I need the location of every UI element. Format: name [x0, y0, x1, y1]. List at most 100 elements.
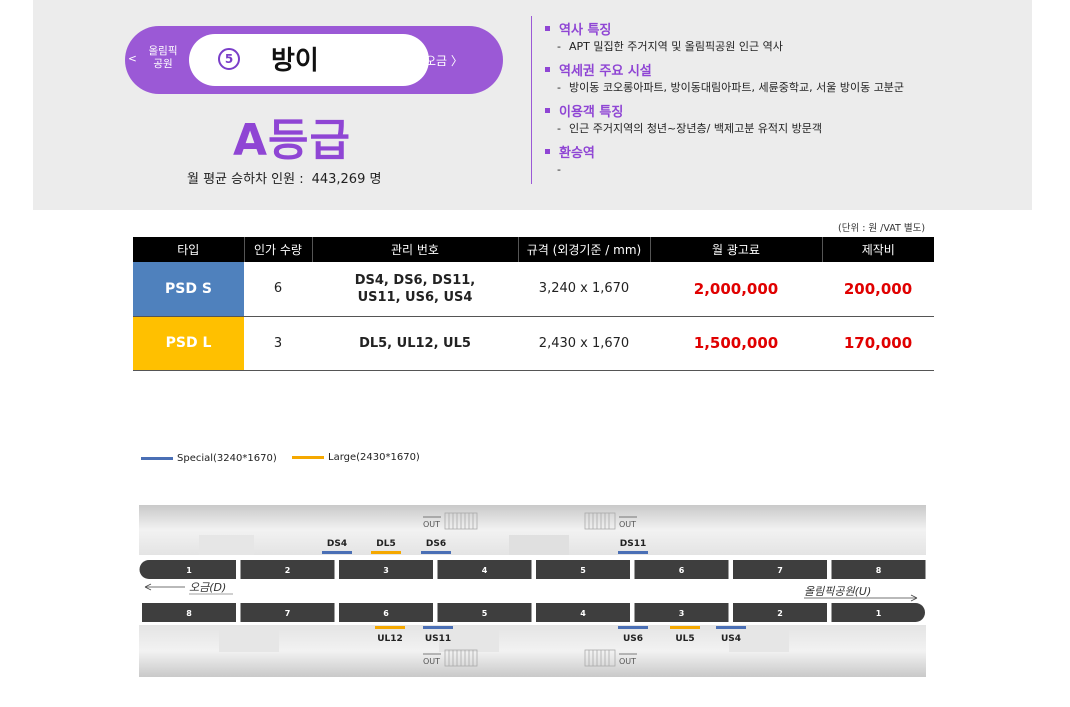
station-grade: A등급 — [233, 115, 352, 166]
info-section: 역세권 주요 시설 - 방이동 코오롱아파트, 방이동대림아파트, 세륜중학교, … — [545, 63, 1015, 95]
ad-marker-label: UL12 — [377, 634, 403, 644]
ad-marker-bar — [618, 551, 648, 554]
car-number: 4 — [482, 566, 488, 575]
size-cell: 2,430 x 1,670 — [518, 316, 650, 371]
ad-marker-label: DS4 — [327, 539, 347, 549]
car-number: 6 — [383, 609, 389, 618]
info-text: 방이동 코오롱아파트, 방이동대림아파트, 세륜중학교, 서울 방이동 고분군 — [568, 81, 905, 94]
svg-text:OUT: OUT — [423, 657, 440, 666]
column-header: 제작비 — [821, 237, 934, 262]
codes-cell: DL5, UL12, UL5 — [312, 316, 518, 371]
bullet-square-icon — [545, 149, 550, 154]
info-title: 역사 특징 — [559, 23, 612, 38]
legend-swatch — [292, 455, 324, 459]
legend-swatch — [141, 456, 173, 460]
chevron-left-icon: < — [128, 53, 137, 65]
car-number: 5 — [482, 609, 488, 618]
ad-marker-label: UL5 — [675, 634, 694, 644]
info-section: 환승역 - — [545, 145, 1015, 177]
ad-marker-label: US11 — [425, 634, 451, 644]
dash-icon: - — [557, 81, 561, 94]
car-number: 5 — [580, 566, 586, 575]
fee-cell: 2,000,000 — [650, 262, 822, 317]
table-row: PSD S 6 DS4, DS6, DS11, US11, US6, US4 3,… — [133, 262, 934, 317]
dash-icon: - — [557, 122, 561, 135]
info-text: 인근 주거지역의 청년~장년층/ 백제고분 유적지 방문객 — [568, 122, 823, 135]
production-cell: 200,000 — [822, 262, 934, 317]
bullet-square-icon — [545, 108, 550, 113]
car-number: 8 — [876, 566, 882, 575]
column-header: 관리 번호 — [311, 237, 518, 262]
car-number: 7 — [777, 566, 783, 575]
dash-icon: - — [557, 40, 561, 53]
car-number: 7 — [285, 609, 291, 618]
svg-text:OUT: OUT — [619, 520, 636, 529]
ad-marker-label: US4 — [721, 634, 741, 644]
platform-diagram: OUT OUT OUT OUT 1 2 3 4 5 6 7 8 8 7 6 5 4 3 2 1 DS4 DL… — [139, 505, 926, 677]
monthly-label: 월 평균 승하차 인원 : — [187, 172, 304, 187]
type-cell: PSD S — [133, 262, 244, 317]
car-number: 6 — [679, 566, 685, 575]
ad-marker-bar — [375, 626, 405, 629]
car-number: 4 — [580, 609, 586, 618]
ad-marker-bar — [670, 626, 700, 629]
station-name: 방이 — [271, 46, 319, 76]
svg-text:오금(D): 오금(D) — [189, 581, 226, 594]
monthly-value: 443,269 명 — [311, 172, 382, 187]
car-number: 3 — [679, 609, 685, 618]
svg-text:올림픽공원(U): 올림픽공원(U) — [804, 585, 871, 598]
ad-marker-bar — [716, 626, 746, 629]
ad-marker-label: DL5 — [376, 539, 395, 549]
header-divider — [531, 16, 532, 184]
ad-marker-bar — [618, 626, 648, 629]
bullet-square-icon — [545, 26, 550, 31]
ad-marker-label: DS6 — [426, 539, 446, 549]
svg-text:OUT: OUT — [619, 657, 636, 666]
car-number: 1 — [186, 566, 192, 575]
prev-station-label: 올림픽 공원 — [148, 45, 178, 70]
ad-marker-label: US6 — [623, 634, 643, 644]
unit-note: (단위 : 원 /VAT 별도) — [838, 223, 926, 234]
qty-cell: 6 — [244, 262, 312, 317]
svg-text:OUT: OUT — [423, 520, 440, 529]
ad-marker-bar — [371, 551, 401, 554]
bullet-square-icon — [545, 67, 550, 72]
station-info-list: 역사 특징 - APT 밀집한 주거지역 및 올림픽공원 인근 역사 역세권 주요… — [545, 22, 1015, 186]
codes-cell: DS4, DS6, DS11, US11, US6, US4 — [312, 262, 518, 317]
qty-cell: 3 — [244, 316, 312, 371]
car-number: 2 — [777, 609, 783, 618]
car-number: 1 — [876, 609, 882, 618]
info-section: 역사 특징 - APT 밀집한 주거지역 및 올림픽공원 인근 역사 — [545, 22, 1015, 54]
prev-station-link[interactable]: < 올림픽 공원 — [125, 43, 189, 75]
car-number: 8 — [186, 609, 192, 618]
next-station-link[interactable]: 오금 〉 — [425, 52, 463, 69]
column-header: 인가 수량 — [243, 237, 312, 262]
ad-marker-label: DS11 — [620, 539, 646, 549]
info-text: APT 밀집한 주거지역 및 올림픽공원 인근 역사 — [568, 40, 783, 53]
ad-marker-bar — [423, 626, 453, 629]
column-header: 월 광고료 — [649, 237, 822, 262]
table-row: PSD L 3 DL5, UL12, UL5 2,430 x 1,670 1,5… — [133, 316, 934, 371]
info-section: 이용객 특징 - 인근 주거지역의 청년~장년층/ 백제고분 유적지 방문객 — [545, 104, 1015, 136]
info-title: 역세권 주요 시설 — [559, 64, 652, 79]
column-header: 규격 (외경기준 / mm) — [517, 237, 650, 262]
station-header-panel: < 올림픽 공원 오금 〉 5 방이 A등급 월 평균 승하차 인원 : 443,… — [33, 0, 1032, 210]
ad-price-table: 타입 인가 수량 관리 번호 규격 (외경기준 / mm) 월 광고료 제작비 … — [133, 237, 934, 371]
table-header-row: 타입 인가 수량 관리 번호 규격 (외경기준 / mm) 월 광고료 제작비 — [133, 237, 934, 262]
monthly-passengers: 월 평균 승하차 인원 : 443,269 명 — [187, 168, 381, 187]
production-cell: 170,000 — [822, 316, 934, 371]
station-ad-sheet: < 올림픽 공원 오금 〉 5 방이 A등급 월 평균 승하차 인원 :443,… — [0, 0, 1070, 707]
size-cell: 3,240 x 1,670 — [518, 262, 650, 317]
car-number: 3 — [383, 566, 389, 575]
line-number-badge: 5 — [218, 48, 240, 70]
legend-special: Special(3240*1670) — [141, 453, 277, 464]
type-cell: PSD L — [133, 316, 244, 371]
column-header: 타입 — [133, 237, 244, 262]
info-title: 이용객 특징 — [559, 105, 624, 120]
ad-marker-bar — [322, 551, 352, 554]
ad-marker-bar — [421, 551, 451, 554]
legend-large: Large(2430*1670) — [292, 452, 420, 463]
info-title: 환승역 — [559, 146, 595, 161]
dash-icon: - — [557, 163, 561, 176]
car-number: 2 — [285, 566, 291, 575]
